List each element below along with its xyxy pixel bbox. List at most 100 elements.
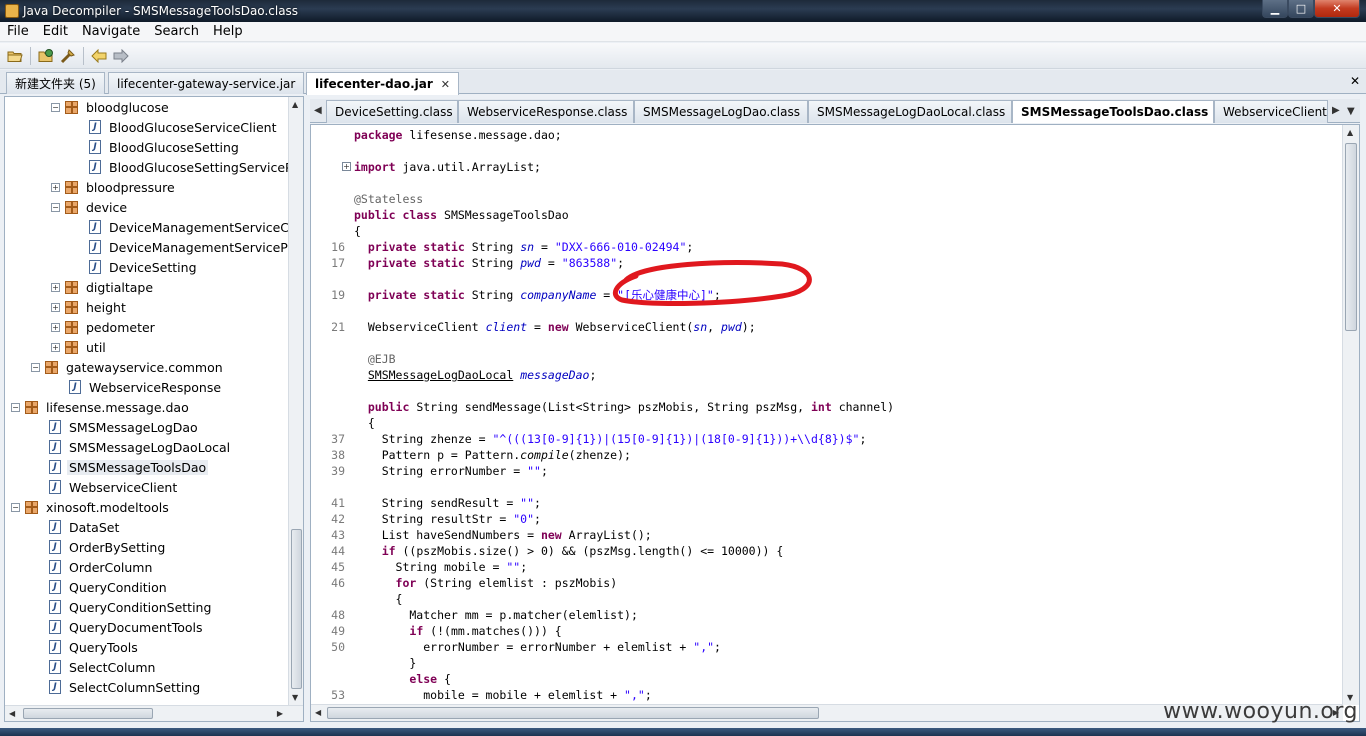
editor-tab-smsmessagelogdaolocal[interactable]: SMSMessageLogDaoLocal.class bbox=[808, 100, 1012, 123]
collapse-icon[interactable]: − bbox=[11, 402, 20, 412]
tree-package[interactable]: + util bbox=[51, 337, 108, 357]
menu-edit[interactable]: Edit bbox=[36, 24, 75, 39]
expand-icon[interactable]: + bbox=[51, 322, 60, 332]
tree-class[interactable]: J SelectColumnSetting bbox=[49, 677, 202, 697]
code-line: String zhenze = "^(((13[0-9]{1})|(15[0-9… bbox=[354, 432, 867, 446]
tree-class[interactable]: J OrderColumn bbox=[49, 557, 154, 577]
tree-class[interactable]: J SMSMessageLogDao bbox=[49, 417, 200, 437]
scrollbar-thumb[interactable] bbox=[327, 707, 819, 719]
maximize-button[interactable]: □ bbox=[1288, 0, 1314, 18]
tree-class[interactable]: J OrderBySetting bbox=[49, 537, 167, 557]
collapse-icon[interactable]: − bbox=[31, 362, 40, 372]
line-number: 44 bbox=[331, 544, 345, 558]
class-file-icon: J bbox=[49, 460, 61, 474]
tree-item-label: xinosoft.modeltools bbox=[46, 499, 169, 515]
tree-class[interactable]: J DeviceManagementServicePort bbox=[89, 237, 304, 257]
menu-navigate[interactable]: Navigate bbox=[75, 24, 147, 39]
open-type-icon[interactable] bbox=[35, 45, 57, 67]
scrollbar-thumb[interactable] bbox=[291, 529, 302, 689]
editor-vertical-scrollbar[interactable]: ▲ ▼ bbox=[1342, 125, 1359, 705]
jar-tab-folder[interactable]: 新建文件夹 (5) bbox=[6, 72, 105, 94]
class-file-icon: J bbox=[49, 440, 61, 454]
tree-package[interactable]: − bloodglucose bbox=[51, 97, 171, 117]
expand-icon[interactable]: + bbox=[51, 342, 60, 352]
tree-class[interactable]: J BloodGlucoseServiceClient bbox=[89, 117, 278, 137]
collapse-icon[interactable]: − bbox=[51, 202, 60, 212]
tree-item-label: DeviceManagementServicePort bbox=[109, 239, 304, 255]
tree-class[interactable]: J SelectColumn bbox=[49, 657, 157, 677]
expand-icon[interactable]: + bbox=[51, 282, 60, 292]
tab-list-icon[interactable]: ▼ bbox=[1347, 106, 1355, 117]
code-editor[interactable]: +16 17 19 21 37 38 39 41 42 43 44 45 46 48 49 50 53 pack… bbox=[310, 124, 1360, 722]
tree-package[interactable]: − xinosoft.modeltools bbox=[11, 497, 171, 517]
tree-class[interactable]: J QueryDocumentTools bbox=[49, 617, 205, 637]
search-icon[interactable] bbox=[57, 45, 79, 67]
tree-horizontal-scrollbar[interactable]: ◀ ▶ bbox=[5, 705, 303, 721]
tree-class[interactable]: J QueryConditionSetting bbox=[49, 597, 213, 617]
line-number: 21 bbox=[331, 320, 345, 334]
close-tab-icon[interactable]: ✕ bbox=[441, 78, 450, 91]
tree-class[interactable]: J DataSet bbox=[49, 517, 121, 537]
tree-class[interactable]: J QueryTools bbox=[49, 637, 140, 657]
tree-package[interactable]: − device bbox=[51, 197, 129, 217]
jar-tab-dao[interactable]: lifecenter-dao.jar ✕ bbox=[306, 72, 459, 95]
tree-item-label: lifesense.message.dao bbox=[46, 399, 189, 415]
tree-class[interactable]: J DeviceSetting bbox=[89, 257, 199, 277]
tree-package[interactable]: − gatewayservice.common bbox=[31, 357, 225, 377]
scroll-right-icon[interactable]: ▶ bbox=[277, 709, 283, 718]
tree-package[interactable]: + digtialtape bbox=[51, 277, 155, 297]
expand-fold-icon[interactable]: + bbox=[342, 162, 351, 171]
tree-item-label: bloodglucose bbox=[86, 99, 169, 115]
collapse-icon[interactable]: − bbox=[51, 102, 60, 112]
source-code[interactable]: package lifesense.message.dao; import jav… bbox=[354, 127, 1334, 703]
class-file-icon: J bbox=[89, 160, 101, 174]
scroll-up-icon[interactable]: ▲ bbox=[292, 100, 298, 109]
tree-class[interactable]: J WebserviceResponse bbox=[69, 377, 223, 397]
tab-scroll-right-icon[interactable]: ▶ bbox=[1332, 105, 1340, 116]
scroll-up-icon[interactable]: ▲ bbox=[1347, 128, 1353, 137]
open-folder-icon[interactable] bbox=[4, 45, 26, 67]
collapse-icon[interactable]: − bbox=[11, 502, 20, 512]
menu-file[interactable]: File bbox=[0, 24, 36, 39]
scrollbar-thumb[interactable] bbox=[23, 708, 153, 719]
scroll-down-icon[interactable]: ▼ bbox=[292, 693, 298, 702]
expand-icon[interactable]: + bbox=[51, 182, 60, 192]
tree-item-label: QueryTools bbox=[69, 639, 138, 655]
minimize-button[interactable]: ▁ bbox=[1262, 0, 1288, 18]
scroll-left-icon[interactable]: ◀ bbox=[315, 708, 321, 717]
tree-item-label: QueryDocumentTools bbox=[69, 619, 203, 635]
tree-class[interactable]: J SMSMessageToolsDao bbox=[49, 457, 209, 477]
close-button[interactable]: ✕ bbox=[1314, 0, 1360, 18]
tree-class[interactable]: J BloodGlucoseSetting bbox=[89, 137, 241, 157]
editor-tab-webserviceresponse[interactable]: WebserviceResponse.class bbox=[458, 100, 634, 123]
tree-class[interactable]: J DeviceManagementServiceClient bbox=[89, 217, 303, 237]
menu-help[interactable]: Help bbox=[206, 24, 250, 39]
package-icon bbox=[65, 340, 78, 354]
tree-class[interactable]: J BloodGlucoseSettingServicePort bbox=[89, 157, 303, 177]
editor-tab-smsmessagelogdao[interactable]: SMSMessageLogDao.class bbox=[634, 100, 808, 123]
tree-class[interactable]: J SMSMessageLogDaoLocal bbox=[49, 437, 232, 457]
back-arrow-icon[interactable] bbox=[88, 45, 110, 67]
menu-search[interactable]: Search bbox=[147, 24, 206, 39]
scroll-left-icon[interactable]: ◀ bbox=[9, 709, 15, 718]
scrollbar-thumb[interactable] bbox=[1345, 143, 1357, 331]
menu-bar: File Edit Navigate Search Help bbox=[0, 22, 1366, 42]
tree-package[interactable]: + bloodpressure bbox=[51, 177, 177, 197]
tree-vertical-scrollbar[interactable]: ▲ ▼ bbox=[288, 97, 303, 705]
expand-icon[interactable]: + bbox=[51, 302, 60, 312]
close-all-icon[interactable]: ✕ bbox=[1350, 74, 1360, 88]
editor-tab-webserviceclient[interactable]: WebserviceClient.c bbox=[1214, 100, 1328, 123]
jar-tab-gateway-service[interactable]: lifecenter-gateway-service.jar bbox=[108, 72, 305, 94]
editor-tab-smsmessagetoolsdao[interactable]: SMSMessageToolsDao.class✕ bbox=[1012, 100, 1214, 123]
tree-package[interactable]: − lifesense.message.dao bbox=[11, 397, 191, 417]
title-bar: Java Decompiler - SMSMessageToolsDao.cla… bbox=[0, 0, 1366, 22]
tab-scroll-left-icon[interactable]: ◀ bbox=[314, 105, 322, 116]
tree-class[interactable]: J WebserviceClient bbox=[49, 477, 179, 497]
tree-package[interactable]: + height bbox=[51, 297, 128, 317]
tree-class[interactable]: J QueryCondition bbox=[49, 577, 169, 597]
tree-package[interactable]: + pedometer bbox=[51, 317, 157, 337]
editor-tab-devicesetting[interactable]: DeviceSetting.class bbox=[326, 100, 458, 123]
code-line: String sendResult = ""; bbox=[354, 496, 541, 510]
forward-arrow-icon[interactable] bbox=[110, 45, 132, 67]
package-icon bbox=[65, 280, 78, 294]
